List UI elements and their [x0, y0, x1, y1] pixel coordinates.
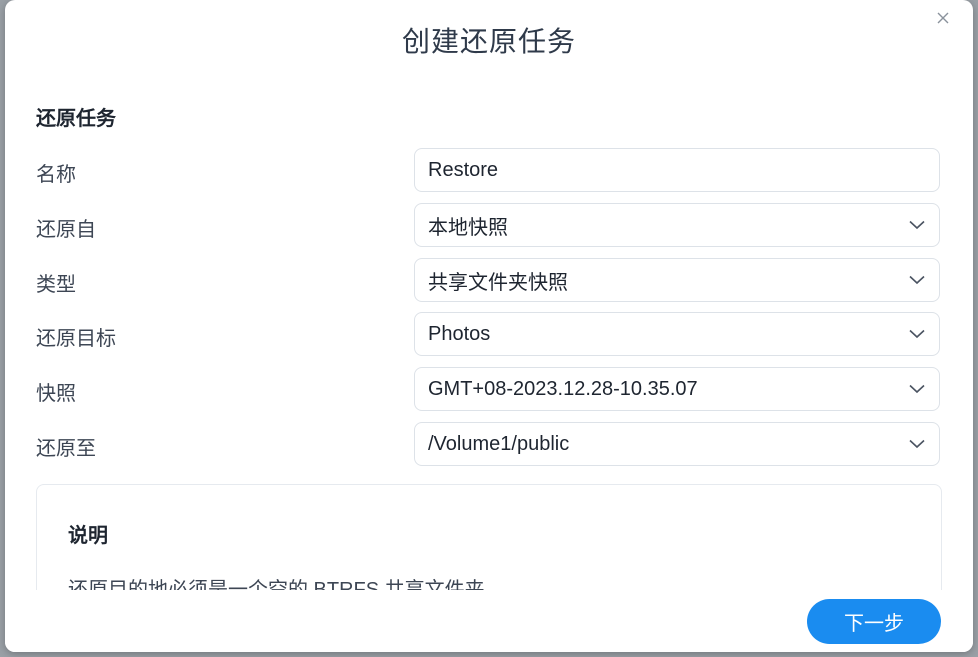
snapshot-value: GMT+08-2023.12.28-10.35.07	[428, 377, 698, 400]
create-restore-task-dialog: 创建还原任务 还原任务 名称 Restore 还原自 本地快照 类型 共享文件夹…	[5, 0, 973, 652]
restore-target-value: Photos	[428, 322, 491, 345]
type-value: 共享文件夹快照	[428, 271, 568, 294]
section-title: 还原任务	[36, 108, 116, 130]
restore-from-select[interactable]: 本地快照	[414, 203, 940, 247]
type-label: 类型	[36, 274, 76, 296]
note-title: 说明	[68, 525, 108, 547]
restore-target-label: 还原目标	[36, 328, 116, 350]
name-input[interactable]: Restore	[414, 148, 940, 192]
next-button[interactable]: 下一步	[807, 599, 941, 644]
restore-to-value: /Volume1/public	[428, 432, 570, 455]
chevron-down-icon	[895, 259, 939, 301]
restore-from-label: 还原自	[36, 219, 96, 241]
note-panel: 说明 还原目的地必须是一个空的 BTRFS 共享文件夹	[36, 484, 942, 594]
close-icon	[937, 12, 949, 24]
snapshot-label: 快照	[36, 383, 76, 405]
chevron-down-icon	[895, 368, 939, 410]
chevron-down-icon	[895, 313, 939, 355]
chevron-down-icon	[895, 204, 939, 246]
restore-target-select[interactable]: Photos	[414, 312, 940, 356]
dialog-title: 创建还原任务	[401, 26, 576, 57]
type-select[interactable]: 共享文件夹快照	[414, 258, 940, 302]
name-input-value: Restore	[428, 158, 499, 181]
chevron-down-icon	[895, 423, 939, 465]
restore-to-label: 还原至	[36, 438, 96, 460]
restore-to-select[interactable]: /Volume1/public	[414, 422, 940, 466]
restore-from-value: 本地快照	[428, 216, 508, 239]
name-label: 名称	[36, 164, 76, 186]
snapshot-select[interactable]: GMT+08-2023.12.28-10.35.07	[414, 367, 940, 411]
close-button[interactable]	[933, 8, 953, 28]
